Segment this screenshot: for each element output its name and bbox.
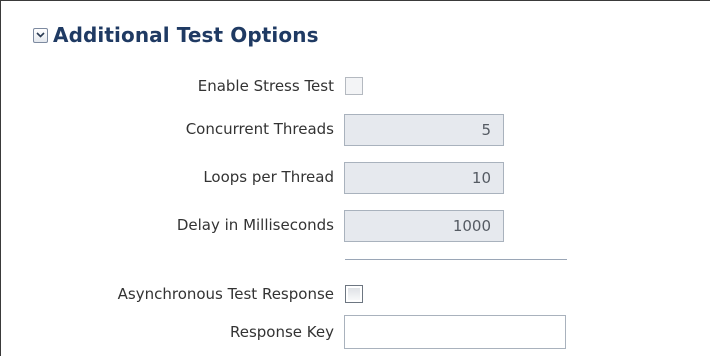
concurrent-threads-label: Concurrent Threads (185, 120, 334, 138)
additional-test-options-panel: Additional Test Options Enable Stress Te… (0, 0, 710, 356)
async-test-response-label: Asynchronous Test Response (117, 285, 334, 303)
loops-per-thread-label: Loops per Thread (203, 168, 334, 186)
concurrent-threads-input[interactable]: 5 (344, 114, 504, 146)
enable-stress-test-label: Enable Stress Test (197, 77, 334, 95)
divider (345, 259, 567, 260)
chevron-down-icon[interactable] (33, 27, 48, 43)
enable-stress-test-checkbox[interactable] (345, 77, 363, 95)
delay-ms-label: Delay in Milliseconds (176, 216, 334, 234)
delay-ms-input[interactable]: 1000 (344, 210, 504, 242)
section-title: Additional Test Options (53, 23, 319, 47)
section-header[interactable]: Additional Test Options (33, 21, 319, 49)
async-test-response-checkbox[interactable] (345, 285, 363, 303)
response-key-label: Response Key (229, 323, 334, 341)
loops-per-thread-input[interactable]: 10 (344, 162, 504, 194)
response-key-input[interactable] (344, 315, 566, 349)
